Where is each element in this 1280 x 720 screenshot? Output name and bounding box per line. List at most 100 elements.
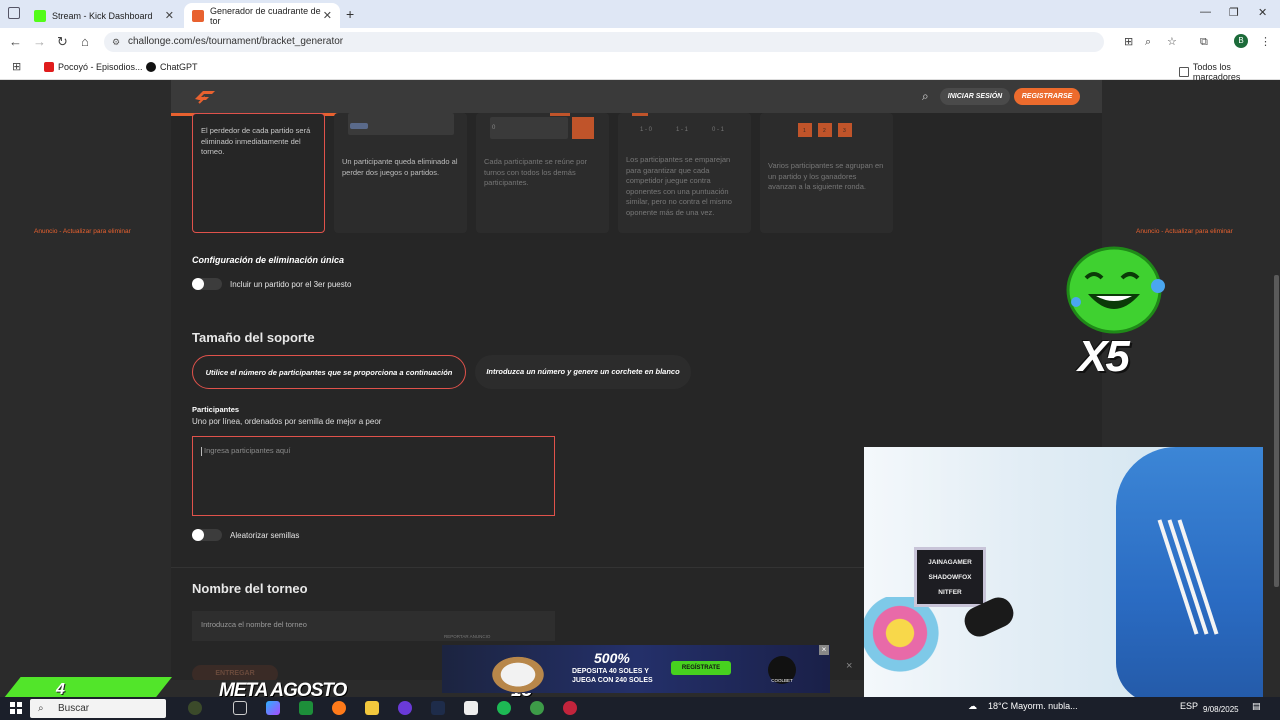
chrome-icon[interactable] xyxy=(530,701,544,715)
bookmark-label: ChatGPT xyxy=(160,62,198,72)
tab-kick-dashboard[interactable]: Stream - Kick Dashboard ✕ xyxy=(26,3,182,28)
home-button[interactable]: ⌂ xyxy=(81,34,89,49)
apps-grid-icon[interactable]: ⊞ xyxy=(12,61,24,73)
participants-help: Uno por línea, ordenados por semilla de … xyxy=(192,417,382,426)
format-card-single-elimination[interactable]: El perdedor de cada partido será elimina… xyxy=(192,113,325,233)
letter-board: JAINAGAMER SHADOWFOX NITFER xyxy=(914,547,986,607)
tab-title: Generador de cuadrante de tor xyxy=(210,5,321,26)
forward-button[interactable]: → xyxy=(33,34,46,49)
menu-kebab-icon[interactable]: ⋮ xyxy=(1260,36,1272,48)
restore-button[interactable]: ❐ xyxy=(1229,6,1239,19)
ad-label-left[interactable]: Anuncio - Actualizar para eliminar xyxy=(34,228,131,235)
report-ad-text[interactable]: REPORTAR ANUNCIO xyxy=(444,634,490,639)
tab-bracket-generator[interactable]: Generador de cuadrante de tor ✕ xyxy=(184,3,340,28)
option-use-participants[interactable]: Utilice el número de participantes que s… xyxy=(192,355,466,389)
randomize-seeds-toggle[interactable] xyxy=(192,529,222,541)
overlay-badge-icon[interactable] xyxy=(188,701,202,715)
promo-register-button[interactable]: REGÍSTRATE xyxy=(671,661,731,675)
swiss-thumb-label: 1 - 0 xyxy=(640,127,653,133)
promo-close-icon[interactable]: × xyxy=(819,645,829,655)
bookmarks-bar: ⊞ Pocoyó - Episodios... ChatGPT Todos lo… xyxy=(0,56,1280,82)
register-button[interactable]: REGISTRARSE xyxy=(1014,88,1080,105)
swiss-thumb-label: 0 - 1 xyxy=(712,127,725,133)
tab-title: Stream - Kick Dashboard xyxy=(52,10,153,21)
format-card-double-elimination[interactable]: Un participante queda eliminado al perde… xyxy=(334,113,467,233)
bookmark-star-icon[interactable]: ☆ xyxy=(1167,36,1179,48)
search-icon: ⌕ xyxy=(38,703,44,714)
windows-start-icon[interactable] xyxy=(10,702,22,714)
ad-label-right[interactable]: Anuncio - Actualizar para eliminar xyxy=(1136,228,1233,235)
taskbar-search-label: Buscar xyxy=(58,703,90,714)
minimize-button[interactable]: — xyxy=(1200,6,1211,18)
address-bar[interactable]: ⚙ challonge.com/es/tournament/bracket_ge… xyxy=(104,32,1104,52)
promo-banner[interactable]: 500% DEPOSITA 40 SOLES Y JUEGA CON 240 S… xyxy=(442,645,830,693)
weather-icon[interactable]: ☁ xyxy=(968,701,977,712)
format-card-swiss[interactable]: 1 - 0 1 - 1 0 - 1 Los participantes se e… xyxy=(618,113,751,233)
tab-search-icon[interactable] xyxy=(8,7,20,19)
tab-close-icon[interactable]: ✕ xyxy=(323,9,332,22)
close-window-button[interactable]: ✕ xyxy=(1258,6,1267,19)
format-description: El perdedor de cada partido será elimina… xyxy=(201,126,311,156)
text-caret xyxy=(201,446,202,456)
taskbar-search[interactable]: ⌕ Buscar xyxy=(30,699,166,718)
tournament-name-input[interactable]: Introduzca el nombre del torneo xyxy=(192,611,555,641)
youtube-icon xyxy=(44,62,54,72)
jacket-stripe xyxy=(1177,519,1219,635)
submit-button[interactable]: ENTREGAR xyxy=(192,665,278,680)
davinci-icon[interactable] xyxy=(431,701,445,715)
tab-close-icon[interactable]: ✕ xyxy=(165,9,174,22)
challonge-favicon-icon xyxy=(192,9,204,22)
profile-avatar[interactable]: B xyxy=(1234,34,1248,48)
firefox-icon[interactable] xyxy=(332,701,346,715)
notifications-icon[interactable]: ▤ xyxy=(1252,701,1261,712)
randomize-seeds-label: Aleatorizar semillas xyxy=(230,531,300,540)
board-line: NITFER xyxy=(938,589,962,596)
participants-label: Participantes xyxy=(192,405,240,414)
file-explorer-icon[interactable] xyxy=(365,701,379,715)
option-blank-bracket[interactable]: Introduzca un número y genere un corchet… xyxy=(475,355,691,389)
kick-favicon-icon xyxy=(34,9,46,22)
login-button[interactable]: INICIAR SESIÓN xyxy=(940,88,1010,105)
new-tab-button[interactable]: + xyxy=(346,6,354,22)
clock[interactable]: 9/08/2025 xyxy=(1203,705,1239,714)
bracket-size-heading: Tamaño del soporte xyxy=(192,330,315,345)
multiplier-text: X5 xyxy=(1078,332,1130,381)
obs-icon[interactable] xyxy=(398,701,412,715)
promo-brand-logo: COOLBET xyxy=(768,656,796,684)
participants-textarea[interactable]: Ingresa participantes aquí xyxy=(192,436,555,516)
group-thumb-label: 1 xyxy=(803,128,806,134)
extensions-icon[interactable]: ⧉ xyxy=(1200,36,1212,48)
ad-dismiss-icon[interactable]: × xyxy=(846,660,852,672)
jacket-stripe xyxy=(1167,519,1209,635)
language-indicator[interactable]: ESP xyxy=(1180,701,1198,711)
all-bookmarks[interactable]: Todos los marcadores xyxy=(1179,62,1280,82)
challonge-logo-icon[interactable] xyxy=(193,87,219,105)
bookmark-pocoyo[interactable]: Pocoyó - Episodios... xyxy=(44,62,143,72)
spotify-icon[interactable] xyxy=(497,701,511,715)
laughing-emote-icon xyxy=(1066,246,1165,334)
back-button[interactable]: ← xyxy=(9,34,22,49)
task-view-icon[interactable] xyxy=(233,701,247,715)
swiss-thumb-cell xyxy=(632,113,648,116)
tournament-name-heading: Nombre del torneo xyxy=(192,581,308,596)
zoom-icon[interactable]: ⌕ xyxy=(1145,36,1157,48)
translate-icon[interactable]: ⊞ xyxy=(1124,36,1136,48)
format-card-round-robin[interactable]: 0 Cada participante se reúne por turnos … xyxy=(476,113,609,233)
format-card-group-stage[interactable]: 1 2 3 Varios participantes se agrupan en… xyxy=(760,113,893,233)
copilot-icon[interactable] xyxy=(266,701,280,715)
plush-toy xyxy=(864,597,954,687)
bookmark-chatgpt[interactable]: ChatGPT xyxy=(146,62,198,72)
url-text: challonge.com/es/tournament/bracket_gene… xyxy=(128,36,344,47)
search-icon[interactable]: ⌕ xyxy=(922,89,929,104)
xbox-icon[interactable] xyxy=(299,701,313,715)
app-icon[interactable] xyxy=(563,701,577,715)
reload-button[interactable]: ↻ xyxy=(57,34,68,50)
notes-icon[interactable] xyxy=(464,701,478,715)
site-info-icon[interactable]: ⚙ xyxy=(112,32,120,52)
weather-text[interactable]: 18°C Mayorm. nubla... xyxy=(988,701,1078,711)
third-place-toggle[interactable] xyxy=(192,278,222,290)
single-elim-heading: Configuración de eliminación única xyxy=(192,255,345,265)
participants-placeholder: Ingresa participantes aquí xyxy=(204,446,291,455)
scrollbar-thumb[interactable] xyxy=(1274,275,1279,587)
site-navbar: ⌕ INICIAR SESIÓN REGISTRARSE xyxy=(171,80,1102,113)
